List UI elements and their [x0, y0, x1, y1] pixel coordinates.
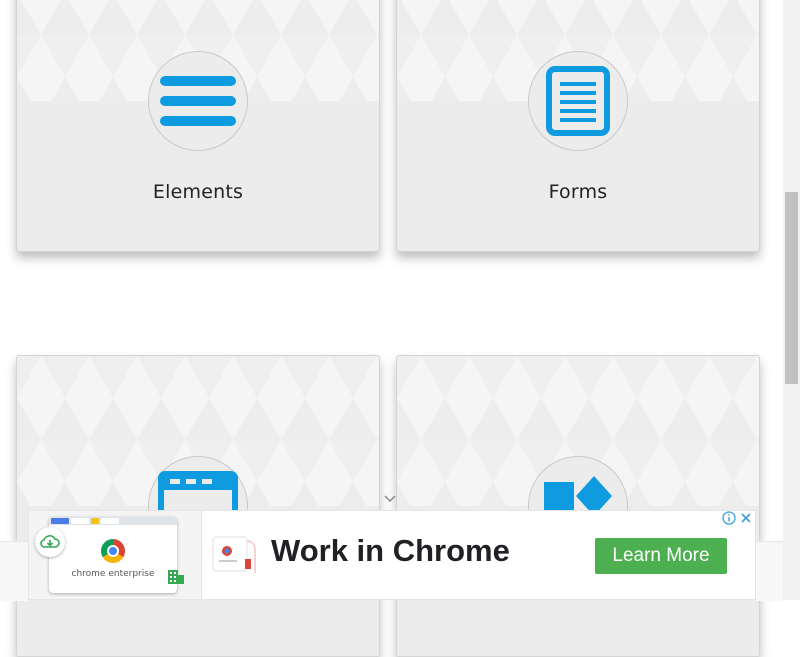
learn-more-button[interactable]: Learn More	[595, 538, 727, 574]
hamburger-list-icon	[160, 76, 236, 126]
card-browser-windows[interactable]	[16, 355, 380, 657]
building-icon	[165, 565, 187, 587]
ad-banner[interactable]: chrome enterprise Work in Chrome Learn M…	[28, 510, 756, 600]
info-icon[interactable]	[722, 511, 736, 525]
card-title: Forms	[548, 181, 608, 203]
scrollbar-thumb[interactable]	[785, 192, 798, 384]
ad-caption: chrome enterprise	[71, 569, 155, 579]
ad-choices[interactable]	[722, 511, 753, 525]
close-icon[interactable]	[739, 511, 753, 525]
mockup-tabs	[49, 517, 177, 525]
card-forms[interactable]: Forms	[396, 0, 760, 252]
ad-image: chrome enterprise	[29, 511, 202, 599]
chrome-enterprise-mini-icon	[212, 536, 256, 573]
browser-mockup: chrome enterprise	[49, 517, 177, 593]
vertical-scrollbar[interactable]	[783, 0, 800, 600]
document-icon	[546, 66, 610, 136]
card-widgets[interactable]	[396, 355, 760, 657]
cloud-download-icon	[35, 527, 65, 557]
chrome-logo-icon	[101, 539, 125, 563]
chevron-down-icon[interactable]	[384, 494, 396, 504]
ad-headline[interactable]: Work in Chrome	[271, 533, 510, 569]
ad-side-strip-left	[0, 541, 28, 601]
card-title: Elements	[152, 181, 244, 203]
ad-side-strip-right	[756, 541, 783, 601]
icon-circle	[528, 51, 628, 151]
icon-circle	[148, 51, 248, 151]
card-elements[interactable]: Elements	[16, 0, 380, 252]
